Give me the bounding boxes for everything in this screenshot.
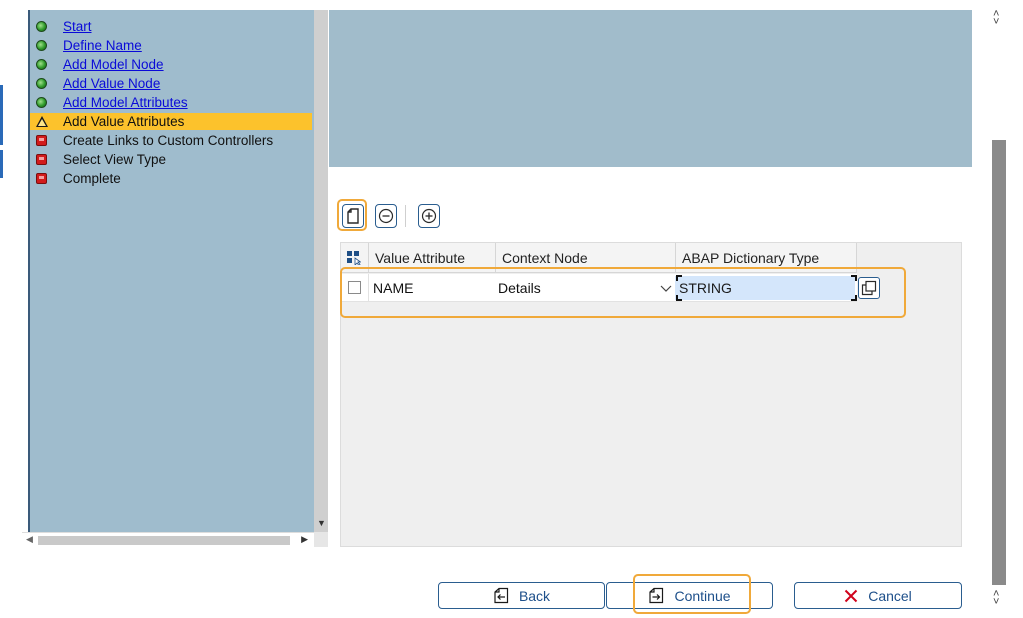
step-done-icon: [36, 59, 47, 70]
edge-accent: [0, 85, 3, 145]
step-pending-icon: [36, 154, 47, 165]
step-complete: Complete: [30, 170, 312, 187]
step-done-icon: [36, 78, 47, 89]
toolbar-separator: [405, 205, 406, 227]
minus-circle-icon: [378, 208, 394, 224]
back-button[interactable]: Back: [438, 582, 605, 609]
step-link[interactable]: Add Model Node: [63, 57, 164, 72]
tree-vertical-scrollbar[interactable]: ▼: [314, 10, 328, 532]
remove-row-button[interactable]: [375, 204, 397, 228]
header-area: [329, 10, 972, 167]
step-link[interactable]: Define Name: [63, 38, 142, 53]
step-add-model-node[interactable]: Add Model Node: [30, 56, 312, 73]
back-icon: [494, 587, 509, 604]
step-done-icon: [36, 21, 47, 32]
step-done-icon: [36, 97, 47, 108]
step-label: Select View Type: [63, 152, 167, 167]
step-pending-icon: [36, 173, 47, 184]
step-link[interactable]: Add Value Node: [63, 76, 160, 91]
highlight-frame: [633, 574, 751, 614]
step-link[interactable]: Add Model Attributes: [63, 95, 188, 110]
add-row-button[interactable]: [418, 204, 440, 228]
plus-circle-icon: [421, 208, 437, 224]
scroll-down-arrow-icon[interactable]: ▼: [317, 518, 326, 528]
step-add-value-attributes[interactable]: Add Value Attributes: [30, 113, 312, 130]
step-label: Complete: [63, 171, 121, 186]
cancel-button[interactable]: Cancel: [794, 582, 962, 609]
step-add-value-node[interactable]: Add Value Node: [30, 75, 312, 92]
tree-horizontal-scrollbar[interactable]: ◀ ▶: [22, 532, 314, 547]
scroll-down-icon[interactable]: ˄ ˅: [993, 589, 999, 608]
scroll-left-arrow-icon[interactable]: ◀: [26, 534, 33, 545]
left-edge: [0, 0, 22, 618]
warning-icon: [36, 116, 48, 127]
back-label: Back: [518, 587, 551, 604]
select-all-icon[interactable]: [347, 251, 361, 265]
step-define-name[interactable]: Define Name: [30, 37, 312, 54]
step-pending-icon: [36, 135, 47, 146]
step-select-view-type: Select View Type: [30, 151, 312, 168]
step-start[interactable]: Start: [30, 18, 312, 35]
page-vertical-scrollbar[interactable]: ˄ ˅ ˄ ˅: [990, 0, 1010, 618]
highlight-frame: [337, 199, 367, 231]
scroll-thumb[interactable]: [38, 536, 290, 545]
step-create-links: Create Links to Custom Controllers: [30, 132, 312, 149]
step-link[interactable]: Start: [63, 19, 92, 34]
wizard-steps-panel: Start Define Name Add Model Node Add Val…: [28, 10, 314, 532]
edge-accent: [0, 150, 3, 178]
step-label: Add Value Attributes: [63, 114, 185, 129]
step-add-model-attributes[interactable]: Add Model Attributes: [30, 94, 312, 111]
scroll-right-arrow-icon[interactable]: ▶: [301, 534, 308, 545]
step-label: Create Links to Custom Controllers: [63, 133, 274, 148]
scroll-up-icon[interactable]: ˄ ˅: [993, 9, 999, 28]
scroll-thumb[interactable]: [992, 140, 1006, 585]
close-icon: [844, 589, 858, 602]
cancel-label: Cancel: [868, 587, 912, 604]
step-done-icon: [36, 40, 47, 51]
highlight-frame: [340, 267, 906, 318]
scroll-corner: [314, 532, 328, 547]
